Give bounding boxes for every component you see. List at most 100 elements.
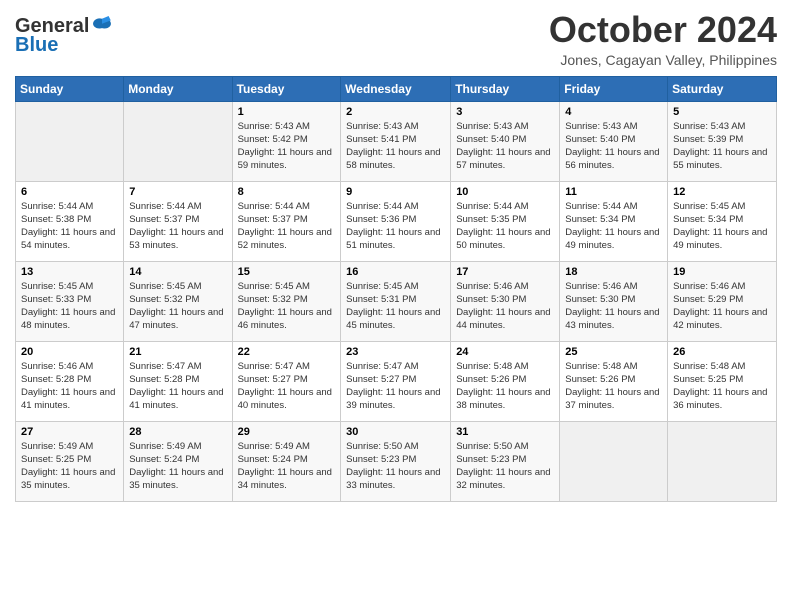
day-info: Sunrise: 5:46 AMSunset: 5:30 PMDaylight:…: [565, 280, 662, 333]
calendar-table: SundayMondayTuesdayWednesdayThursdayFrid…: [15, 76, 777, 502]
day-number: 31: [456, 426, 554, 438]
day-number: 4: [565, 106, 662, 118]
day-info: Sunrise: 5:47 AMSunset: 5:27 PMDaylight:…: [346, 360, 445, 413]
day-number: 26: [673, 346, 771, 358]
day-info: Sunrise: 5:47 AMSunset: 5:27 PMDaylight:…: [238, 360, 336, 413]
calendar-cell: 16 Sunrise: 5:45 AMSunset: 5:31 PMDayligh…: [341, 261, 451, 341]
calendar-cell: 15 Sunrise: 5:45 AMSunset: 5:32 PMDayligh…: [232, 261, 341, 341]
day-info: Sunrise: 5:45 AMSunset: 5:32 PMDaylight:…: [129, 280, 226, 333]
calendar-day-header: Friday: [560, 76, 668, 101]
day-info: Sunrise: 5:45 AMSunset: 5:32 PMDaylight:…: [238, 280, 336, 333]
calendar-cell: 20 Sunrise: 5:46 AMSunset: 5:28 PMDayligh…: [16, 341, 124, 421]
calendar-day-header: Sunday: [16, 76, 124, 101]
day-info: Sunrise: 5:44 AMSunset: 5:35 PMDaylight:…: [456, 200, 554, 253]
calendar-cell: 6Sunrise: 5:44 AMSunset: 5:38 PMDaylight…: [16, 181, 124, 261]
calendar-cell: 14 Sunrise: 5:45 AMSunset: 5:32 PMDayligh…: [124, 261, 232, 341]
calendar-cell: 26 Sunrise: 5:48 AMSunset: 5:25 PMDayligh…: [668, 341, 777, 421]
location: Jones, Cagayan Valley, Philippines: [549, 52, 777, 68]
title-block: October 2024 Jones, Cagayan Valley, Phil…: [549, 10, 777, 68]
calendar-cell: 25Sunrise: 5:48 AMSunset: 5:26 PMDayligh…: [560, 341, 668, 421]
page-container: General Blue October 2024 Jones, Cagayan…: [0, 0, 792, 512]
calendar-day-header: Wednesday: [341, 76, 451, 101]
day-number: 18: [565, 266, 662, 278]
day-number: 19: [673, 266, 771, 278]
day-number: 24: [456, 346, 554, 358]
day-info: Sunrise: 5:46 AMSunset: 5:30 PMDaylight:…: [456, 280, 554, 333]
day-info: Sunrise: 5:43 AMSunset: 5:40 PMDaylight:…: [456, 120, 554, 173]
calendar-cell: 28 Sunrise: 5:49 AMSunset: 5:24 PMDayligh…: [124, 421, 232, 501]
calendar-week-row: 6Sunrise: 5:44 AMSunset: 5:38 PMDaylight…: [16, 181, 777, 261]
calendar-cell: 21Sunrise: 5:47 AMSunset: 5:28 PMDayligh…: [124, 341, 232, 421]
calendar-cell: 2 Sunrise: 5:43 AMSunset: 5:41 PMDaylight…: [341, 101, 451, 181]
logo-bird-icon: [91, 16, 113, 38]
calendar-cell: 11 Sunrise: 5:44 AMSunset: 5:34 PMDayligh…: [560, 181, 668, 261]
calendar-cell: 22Sunrise: 5:47 AMSunset: 5:27 PMDayligh…: [232, 341, 341, 421]
calendar-cell: [16, 101, 124, 181]
calendar-cell: 7 Sunrise: 5:44 AMSunset: 5:37 PMDaylight…: [124, 181, 232, 261]
day-number: 6: [21, 186, 118, 198]
day-number: 29: [238, 426, 336, 438]
day-number: 12: [673, 186, 771, 198]
day-info: Sunrise: 5:49 AMSunset: 5:24 PMDaylight:…: [129, 440, 226, 493]
calendar-day-header: Tuesday: [232, 76, 341, 101]
day-info: Sunrise: 5:49 AMSunset: 5:25 PMDaylight:…: [21, 440, 118, 493]
day-number: 3: [456, 106, 554, 118]
day-info: Sunrise: 5:44 AMSunset: 5:36 PMDaylight:…: [346, 200, 445, 253]
calendar-week-row: 1Sunrise: 5:43 AMSunset: 5:42 PMDaylight…: [16, 101, 777, 181]
calendar-cell: 29 Sunrise: 5:49 AMSunset: 5:24 PMDayligh…: [232, 421, 341, 501]
calendar-day-header: Monday: [124, 76, 232, 101]
day-info: Sunrise: 5:44 AMSunset: 5:37 PMDaylight:…: [238, 200, 336, 253]
day-info: Sunrise: 5:44 AMSunset: 5:34 PMDaylight:…: [565, 200, 662, 253]
day-number: 1: [238, 106, 336, 118]
day-number: 7: [129, 186, 226, 198]
day-info: Sunrise: 5:43 AMSunset: 5:41 PMDaylight:…: [346, 120, 445, 173]
day-number: 10: [456, 186, 554, 198]
day-number: 8: [238, 186, 336, 198]
day-info: Sunrise: 5:50 AMSunset: 5:23 PMDaylight:…: [456, 440, 554, 493]
day-info: Sunrise: 5:49 AMSunset: 5:24 PMDaylight:…: [238, 440, 336, 493]
calendar-cell: [124, 101, 232, 181]
calendar-cell: [560, 421, 668, 501]
day-number: 2: [346, 106, 445, 118]
calendar-header-row: SundayMondayTuesdayWednesdayThursdayFrid…: [16, 76, 777, 101]
day-number: 11: [565, 186, 662, 198]
calendar-week-row: 20 Sunrise: 5:46 AMSunset: 5:28 PMDayligh…: [16, 341, 777, 421]
day-info: Sunrise: 5:48 AMSunset: 5:25 PMDaylight:…: [673, 360, 771, 413]
day-info: Sunrise: 5:43 AMSunset: 5:39 PMDaylight:…: [673, 120, 771, 173]
day-number: 17: [456, 266, 554, 278]
calendar-week-row: 27 Sunrise: 5:49 AMSunset: 5:25 PMDayligh…: [16, 421, 777, 501]
day-number: 16: [346, 266, 445, 278]
day-number: 23: [346, 346, 445, 358]
day-info: Sunrise: 5:48 AMSunset: 5:26 PMDaylight:…: [565, 360, 662, 413]
calendar-cell: 17 Sunrise: 5:46 AMSunset: 5:30 PMDayligh…: [451, 261, 560, 341]
logo: General Blue: [15, 15, 115, 57]
day-number: 27: [21, 426, 118, 438]
day-info: Sunrise: 5:46 AMSunset: 5:29 PMDaylight:…: [673, 280, 771, 333]
calendar-cell: 19 Sunrise: 5:46 AMSunset: 5:29 PMDayligh…: [668, 261, 777, 341]
calendar-cell: 13Sunrise: 5:45 AMSunset: 5:33 PMDayligh…: [16, 261, 124, 341]
day-info: Sunrise: 5:44 AMSunset: 5:37 PMDaylight:…: [129, 200, 226, 253]
day-number: 9: [346, 186, 445, 198]
calendar-cell: 12Sunrise: 5:45 AMSunset: 5:34 PMDayligh…: [668, 181, 777, 261]
calendar-cell: 8 Sunrise: 5:44 AMSunset: 5:37 PMDaylight…: [232, 181, 341, 261]
calendar-cell: 24Sunrise: 5:48 AMSunset: 5:26 PMDayligh…: [451, 341, 560, 421]
day-info: Sunrise: 5:43 AMSunset: 5:40 PMDaylight:…: [565, 120, 662, 173]
day-number: 21: [129, 346, 226, 358]
month-title: October 2024: [549, 10, 777, 50]
calendar-cell: 9 Sunrise: 5:44 AMSunset: 5:36 PMDaylight…: [341, 181, 451, 261]
day-info: Sunrise: 5:46 AMSunset: 5:28 PMDaylight:…: [21, 360, 118, 413]
calendar-cell: 30Sunrise: 5:50 AMSunset: 5:23 PMDayligh…: [341, 421, 451, 501]
day-info: Sunrise: 5:45 AMSunset: 5:33 PMDaylight:…: [21, 280, 118, 333]
calendar-cell: 23 Sunrise: 5:47 AMSunset: 5:27 PMDayligh…: [341, 341, 451, 421]
day-number: 14: [129, 266, 226, 278]
day-number: 5: [673, 106, 771, 118]
day-number: 15: [238, 266, 336, 278]
day-number: 20: [21, 346, 118, 358]
calendar-day-header: Saturday: [668, 76, 777, 101]
day-number: 28: [129, 426, 226, 438]
calendar-cell: 18 Sunrise: 5:46 AMSunset: 5:30 PMDayligh…: [560, 261, 668, 341]
calendar-cell: 4 Sunrise: 5:43 AMSunset: 5:40 PMDaylight…: [560, 101, 668, 181]
day-info: Sunrise: 5:45 AMSunset: 5:31 PMDaylight:…: [346, 280, 445, 333]
calendar-cell: 31 Sunrise: 5:50 AMSunset: 5:23 PMDayligh…: [451, 421, 560, 501]
calendar-day-header: Thursday: [451, 76, 560, 101]
